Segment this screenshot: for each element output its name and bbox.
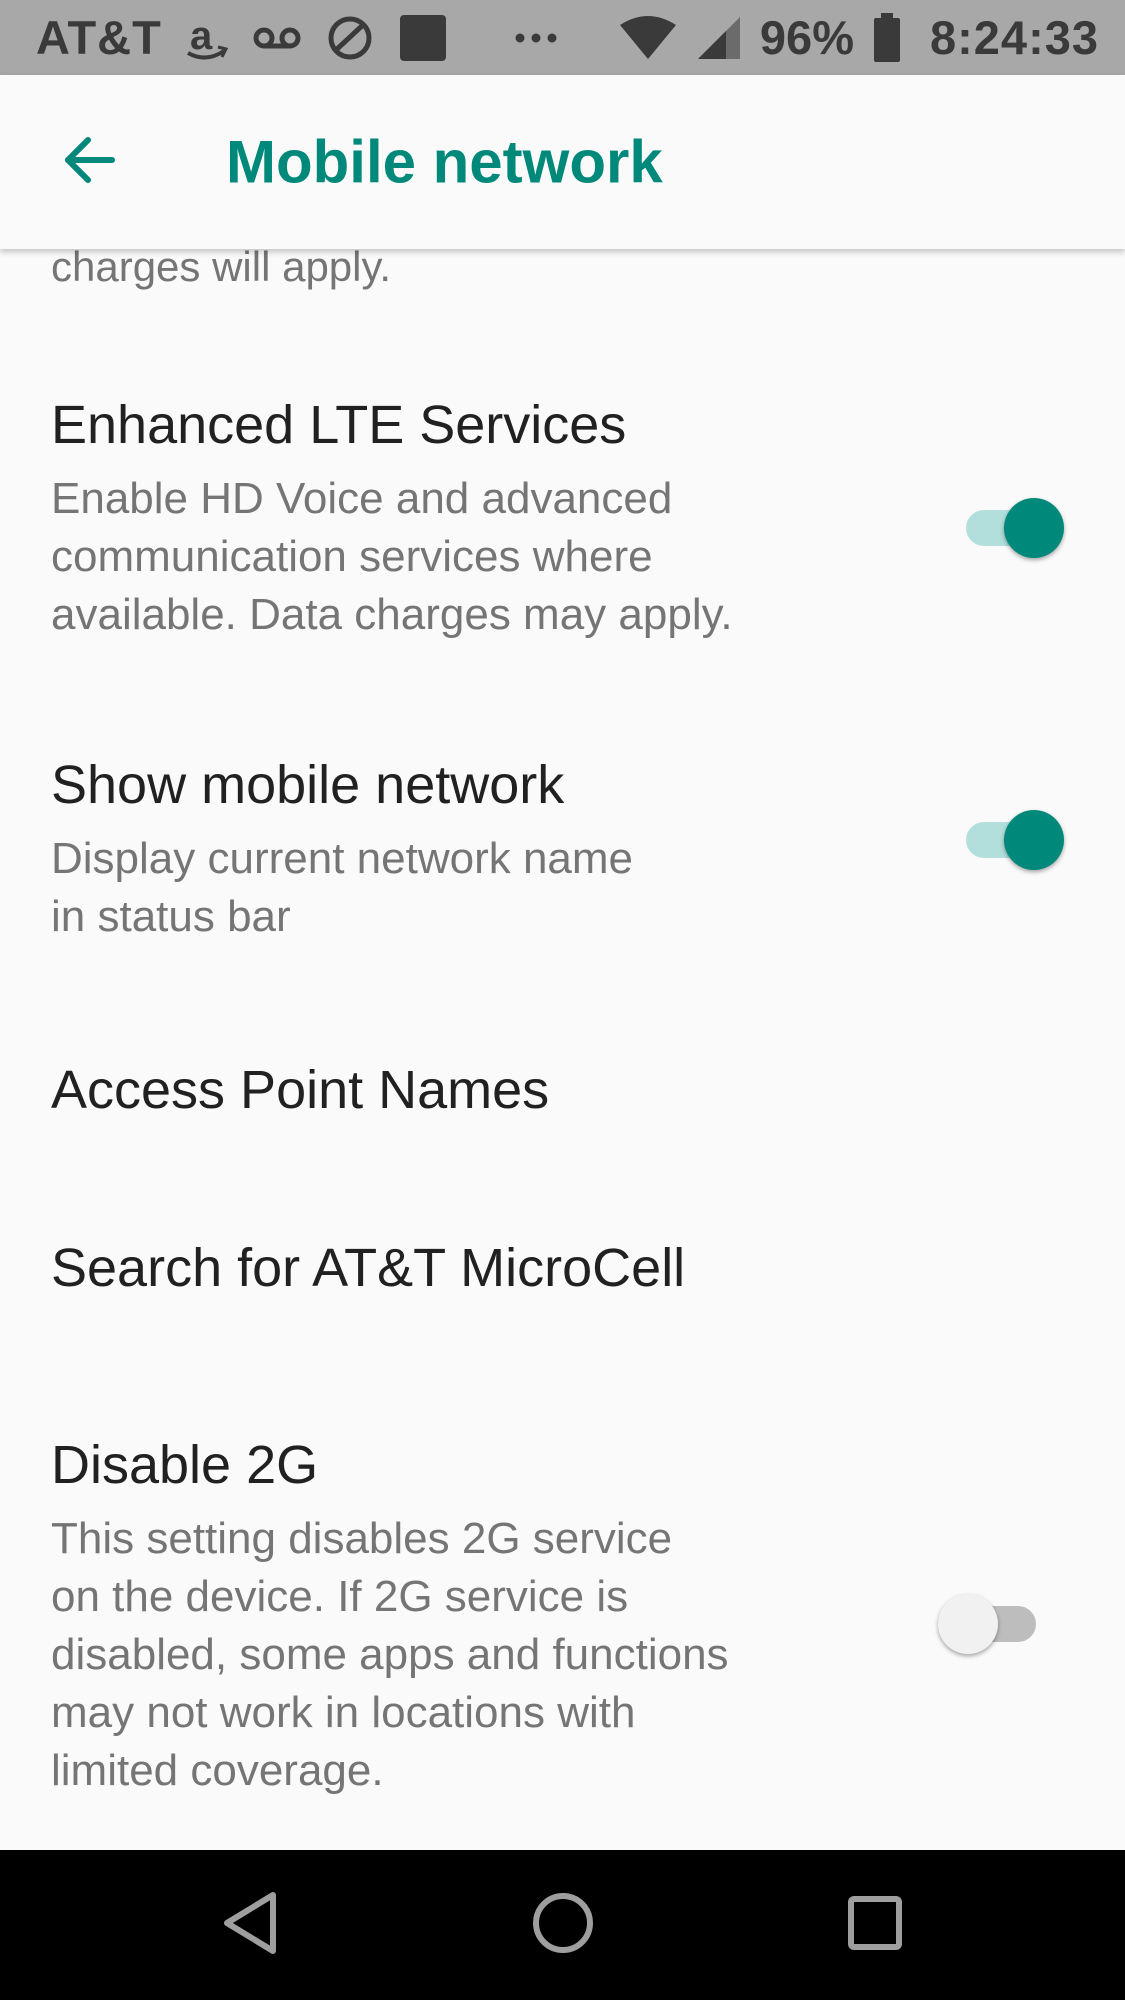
pref-summary: Enable HD Voice and advanced communicati…	[51, 474, 733, 639]
switch-thumb	[1004, 810, 1064, 870]
switch-thumb	[938, 1594, 998, 1654]
pref-title: Access Point Names	[51, 1060, 550, 1120]
switch-thumb	[1004, 498, 1064, 558]
more-icon	[514, 32, 558, 44]
amazon-icon: a	[184, 13, 230, 63]
clipped-summary: charges will apply.	[51, 249, 392, 290]
pref-show-mobile-network[interactable]: Show mobile network Display current netw…	[0, 754, 1125, 954]
pref-title: Show mobile network	[51, 755, 565, 815]
app-square-icon	[398, 13, 448, 63]
arrow-back-icon	[62, 133, 116, 192]
disable-2g-switch[interactable]	[938, 1594, 1048, 1654]
nav-home-button[interactable]	[528, 1890, 598, 1960]
cell-signal-icon	[696, 15, 742, 61]
pref-access-point-names[interactable]: Access Point Names	[0, 1039, 1125, 1169]
voicemail-icon	[252, 23, 302, 53]
pref-enhanced-lte[interactable]: Enhanced LTE Services Enable HD Voice an…	[0, 394, 1125, 639]
abc-icon	[324, 14, 376, 62]
home-circle-icon	[531, 1891, 595, 1960]
system-nav-bar	[0, 1850, 1125, 2000]
carrier-name: AT&T	[36, 11, 162, 64]
status-bar: AT&T a 96% 8:24:33	[0, 0, 1125, 75]
clock: 8:24:33	[930, 11, 1099, 64]
settings-list[interactable]: charges will apply. Enhanced LTE Service…	[0, 249, 1125, 1850]
recents-square-icon	[847, 1895, 903, 1956]
pref-summary: This setting disables 2G service on the …	[51, 1514, 729, 1795]
pref-title: Search for AT&T MicroCell	[51, 1238, 686, 1298]
svg-text:a: a	[190, 14, 213, 58]
enhanced-lte-switch[interactable]	[954, 498, 1064, 558]
battery-percent: 96%	[759, 11, 854, 64]
show-mobile-network-switch[interactable]	[954, 810, 1064, 870]
battery-icon	[872, 12, 902, 63]
back-triangle-icon	[221, 1891, 281, 1960]
pref-search-microcell[interactable]: Search for AT&T MicroCell	[0, 1217, 1125, 1347]
pref-disable-2g[interactable]: Disable 2G This setting disables 2G serv…	[0, 1434, 1125, 1795]
nav-recents-button[interactable]	[840, 1890, 910, 1960]
page-title: Mobile network	[226, 128, 663, 196]
back-button[interactable]	[54, 127, 124, 197]
pref-title: Disable 2G	[51, 1435, 319, 1495]
pref-title: Enhanced LTE Services	[51, 395, 627, 455]
pref-summary: Display current network name in status b…	[51, 834, 634, 941]
notification-icons: a	[184, 13, 558, 63]
wifi-icon	[618, 15, 678, 61]
app-toolbar: Mobile network	[0, 75, 1125, 249]
nav-back-button[interactable]	[216, 1890, 286, 1960]
